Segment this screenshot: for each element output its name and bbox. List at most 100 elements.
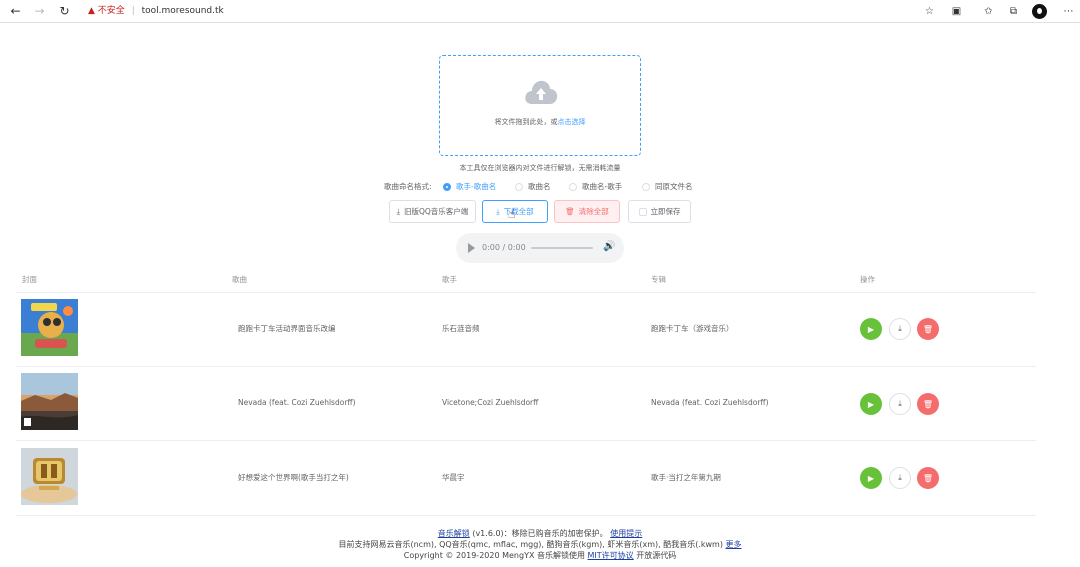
play-button[interactable]: ▶ (860, 318, 882, 340)
table-divider (16, 440, 1036, 441)
favorite-star-icon[interactable]: ☆ (922, 4, 937, 19)
cover-image (21, 299, 78, 356)
play-circle-icon: ▶ (867, 324, 875, 334)
reload-icon[interactable]: ↻ (56, 3, 73, 20)
radio-original-name[interactable]: 同原文件名 (642, 182, 693, 192)
trash-icon: 🗑 (922, 324, 934, 334)
license-link[interactable]: MIT许可协议 (588, 551, 634, 560)
album-name: 跑跑卡丁车（游戏音乐） (651, 324, 734, 333)
button-label: 清除全部 (578, 207, 609, 216)
save-now-checkbox[interactable]: 立即保存 (628, 200, 691, 223)
album-name: 歌手·当打之年第九期 (651, 473, 721, 482)
trash-icon: 🗑 (565, 207, 575, 216)
audio-player[interactable]: 0:00 / 0:00 🔊 (456, 233, 624, 263)
play-button[interactable]: ▶ (860, 393, 882, 415)
song-title: 好想爱这个世界啊(歌手当打之年) (238, 473, 349, 482)
download-icon: ⤓ (396, 206, 400, 216)
play-icon[interactable] (468, 243, 475, 253)
warning-icon: ▲ (88, 6, 95, 16)
tips-link[interactable]: 使用提示 (610, 529, 642, 538)
artist-name: 乐石涟音频 (442, 324, 480, 333)
upload-instruction: 将文件拖到此处，或点击选择 (440, 117, 640, 127)
download-icon: ⤓ (898, 399, 902, 408)
button-label: 立即保存 (650, 207, 681, 216)
more-link[interactable]: 更多 (726, 540, 742, 549)
more-menu-icon[interactable]: ⋯ (1061, 4, 1076, 19)
upload-dropzone[interactable]: 将文件拖到此处，或点击选择 (439, 55, 641, 156)
header-artist: 歌手 (442, 275, 457, 284)
header-cover: 封面 (22, 275, 37, 284)
footer-line-1: 音乐解锁 (v1.6.0)：移除已购音乐的加密保护。 使用提示 (0, 528, 1080, 539)
radio-label: 歌曲名-歌手 (582, 182, 623, 191)
song-title: Nevada (feat. Cozi Zuehlsdorff) (238, 398, 356, 407)
radio-label: 歌曲名 (528, 182, 551, 191)
clear-all-button[interactable]: 🗑 清除全部 (554, 200, 620, 223)
footer-line-3: Copyright © 2019-2020 MengYX 音乐解锁使用 MIT许… (0, 550, 1080, 561)
checkbox-box (638, 207, 647, 216)
trash-icon: 🗑 (922, 473, 934, 483)
radio-label: 同原文件名 (655, 182, 693, 191)
legacy-qq-button[interactable]: ⤓ 旧版QQ音乐客户端 (389, 200, 476, 223)
download-icon: ⤓ (898, 324, 902, 333)
copyright-text: Copyright © 2019-2020 MengYX 音乐解锁使用 (403, 551, 585, 560)
header-album: 专辑 (651, 275, 666, 284)
security-label: 不安全 (97, 6, 125, 16)
forward-icon[interactable]: → (31, 3, 48, 20)
button-label: 旧版QQ音乐客户端 (404, 207, 469, 216)
license-suffix: 开放源代码 (636, 551, 677, 560)
cloud-upload-icon (525, 80, 558, 104)
delete-button[interactable]: 🗑 (917, 318, 939, 340)
download-icon: ⤓ (898, 473, 902, 482)
version-text: (v1.6.0)：移除已购音乐的加密保护。 (472, 529, 608, 538)
trash-icon: 🗑 (922, 399, 934, 409)
back-icon[interactable]: ← (7, 3, 24, 20)
album-name: Nevada (feat. Cozi Zuehlsdorff) (651, 398, 769, 407)
table-divider (16, 292, 1036, 293)
play-circle-icon: ▶ (867, 399, 875, 409)
delete-button[interactable]: 🗑 (917, 467, 939, 489)
mouse-cursor: ☝ (508, 207, 516, 221)
volume-icon[interactable]: 🔊 (603, 241, 615, 252)
download-icon: ⤓ (496, 206, 500, 216)
header-song: 歌曲 (232, 275, 247, 284)
upload-tip: 本工具仅在浏览器内对文件进行解锁，无需消耗流量 (459, 164, 621, 172)
player-time: 0:00 / 0:00 (482, 243, 526, 252)
header-actions: 操作 (860, 275, 875, 284)
radio-dot (569, 183, 577, 191)
artist-name: Vicetone;Cozi Zuehlsdorff (442, 398, 539, 407)
table-divider (16, 366, 1036, 367)
select-file-link[interactable]: 点击选择 (558, 118, 586, 126)
radio-dot (515, 183, 523, 191)
upload-text-prefix: 将文件拖到此处，或 (494, 118, 558, 126)
radio-label: 歌手-歌曲名 (456, 182, 497, 191)
favorites-icon[interactable]: ✩ (981, 4, 996, 19)
collections-icon[interactable]: ⧉ (1006, 4, 1021, 19)
radio-song[interactable]: 歌曲名 (515, 182, 551, 192)
download-button[interactable]: ⤓ (889, 467, 911, 489)
radio-artist-song[interactable]: 歌手-歌曲名 (443, 182, 496, 192)
delete-button[interactable]: 🗑 (917, 393, 939, 415)
cover-image (21, 448, 78, 505)
footer-line-2: 目前支持网易云音乐(ncm), QQ音乐(qmc, mflac, mgg), 酷… (0, 539, 1080, 550)
formats-text: 目前支持网易云音乐(ncm), QQ音乐(qmc, mflac, mgg), 酷… (338, 540, 723, 549)
play-circle-icon: ▶ (867, 473, 875, 483)
address-separator: | (131, 6, 135, 16)
reading-mode-icon[interactable]: ▣ (949, 4, 964, 19)
address-bar[interactable]: ▲ 不安全 | tool.moresound.tk (88, 4, 224, 19)
download-button[interactable]: ⤓ (889, 318, 911, 340)
radio-dot (443, 183, 451, 191)
radio-dot (642, 183, 650, 191)
artist-name: 华晨宇 (442, 473, 465, 482)
naming-format-label: 歌曲命名格式: (384, 182, 432, 191)
play-button[interactable]: ▶ (860, 467, 882, 489)
progress-bar[interactable] (531, 247, 593, 249)
cover-image (21, 373, 78, 430)
song-title: 跑跑卡丁车活动界面音乐改编 (238, 324, 336, 333)
url-text: tool.moresound.tk (141, 6, 224, 16)
radio-song-artist[interactable]: 歌曲名-歌手 (569, 182, 622, 192)
browser-toolbar: ← → ↻ ▲ 不安全 | tool.moresound.tk ☆ ▣ ✩ ⧉ … (0, 0, 1080, 23)
table-divider (16, 515, 1036, 516)
download-button[interactable]: ⤓ (889, 393, 911, 415)
profile-avatar[interactable] (1032, 4, 1047, 19)
app-link[interactable]: 音乐解锁 (438, 529, 470, 538)
